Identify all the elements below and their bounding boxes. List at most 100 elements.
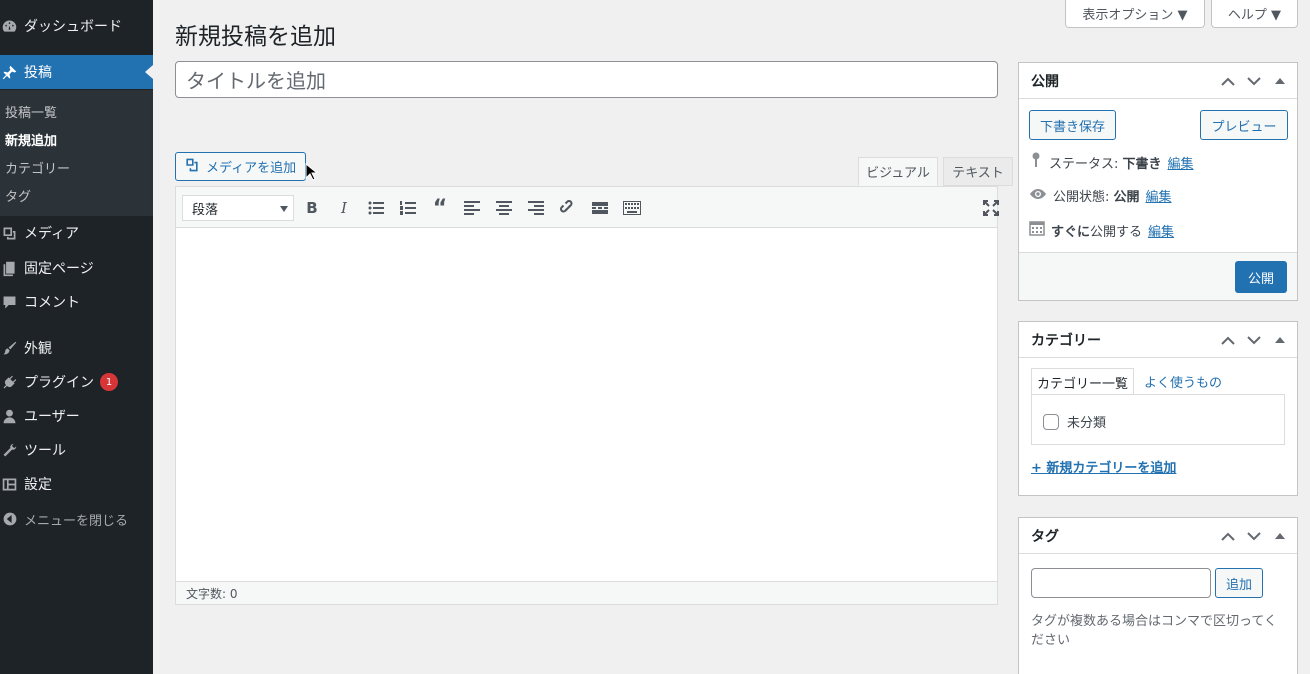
toggle-panel-icon[interactable]	[1271, 331, 1289, 349]
current-menu-arrow	[145, 65, 153, 79]
box-controls	[1219, 72, 1289, 90]
sidebar-item-pages[interactable]: 固定ページ	[0, 251, 153, 285]
settings-icon	[0, 476, 24, 493]
word-count: 文字数: 0	[176, 581, 997, 604]
edit-visibility-link[interactable]: 編集	[1146, 186, 1172, 205]
toggle-panel-icon[interactable]	[1271, 527, 1289, 545]
add-media-label: メディアを追加	[206, 161, 297, 176]
sidebar-label: ダッシュボード	[24, 19, 122, 35]
save-draft-button[interactable]: 下書き保存	[1029, 110, 1116, 140]
move-down-icon[interactable]	[1245, 527, 1263, 545]
edit-status-link[interactable]: 編集	[1168, 153, 1194, 172]
add-tag-button[interactable]: 追加	[1215, 568, 1263, 598]
tag-input[interactable]	[1031, 568, 1211, 598]
italic-icon[interactable]: I	[332, 196, 356, 220]
sidebar-item-plugins[interactable]: プラグイン 1	[0, 365, 153, 399]
plugin-update-badge: 1	[100, 373, 118, 391]
help-button[interactable]: ヘルプ ▼	[1211, 0, 1298, 28]
sidebar-label: 設定	[24, 477, 52, 493]
publish-footer: 公開	[1019, 252, 1297, 300]
mouse-cursor-icon	[305, 163, 317, 181]
box-controls	[1219, 527, 1289, 545]
sidebar-label: ツール	[24, 443, 66, 459]
sidebar-item-dashboard[interactable]: ダッシュボード	[0, 9, 153, 43]
brush-icon	[0, 340, 24, 357]
format-select-value: 段落	[192, 202, 219, 218]
user-icon	[0, 408, 24, 425]
toolbar-toggle-icon[interactable]	[620, 196, 644, 220]
add-media-button[interactable]: メディアを追加	[175, 152, 306, 181]
categories-box-title: カテゴリー	[1031, 332, 1101, 349]
blockquote-icon[interactable]: “	[428, 196, 452, 221]
collapse-menu-button[interactable]: メニューを閉じる	[0, 502, 153, 536]
post-title-input[interactable]: タイトルを追加	[175, 61, 998, 98]
collapse-icon	[0, 511, 24, 527]
move-up-icon[interactable]	[1219, 72, 1237, 90]
eye-icon	[1029, 188, 1047, 204]
toggle-panel-icon[interactable]	[1271, 72, 1289, 90]
category-checkbox[interactable]	[1043, 413, 1059, 430]
sidebar-label: メディア	[24, 226, 80, 242]
wrench-icon	[0, 442, 24, 459]
sidebar-item-comments[interactable]: コメント	[0, 285, 153, 319]
fullscreen-icon[interactable]	[979, 196, 1003, 220]
align-center-icon[interactable]	[492, 196, 516, 220]
plugin-icon	[0, 374, 24, 391]
align-left-icon[interactable]	[460, 196, 484, 220]
publish-box: 公開 下書き保存 プレビュー ステータス: 下書き 編集 公開状態: 公開 編集…	[1018, 62, 1298, 301]
tab-all-categories[interactable]: カテゴリー一覧	[1031, 368, 1134, 395]
move-up-icon[interactable]	[1219, 527, 1237, 545]
submenu-item-add-new[interactable]: 新規追加	[5, 130, 57, 149]
move-up-icon[interactable]	[1219, 331, 1237, 349]
read-more-icon[interactable]	[588, 196, 612, 220]
category-item[interactable]: 未分類	[1043, 412, 1106, 431]
schedule-text: 公開する	[1090, 224, 1143, 240]
sidebar-item-users[interactable]: ユーザー	[0, 399, 153, 433]
tab-text[interactable]: テキスト	[943, 157, 1013, 186]
status-label: ステータス:	[1049, 156, 1123, 172]
submenu-item-categories[interactable]: カテゴリー	[5, 158, 70, 177]
bold-icon[interactable]: B	[300, 196, 324, 220]
sidebar-label: プラグイン	[24, 375, 94, 391]
sidebar-item-media[interactable]: メディア	[0, 216, 153, 250]
edit-schedule-link[interactable]: 編集	[1148, 221, 1174, 240]
link-icon[interactable]	[556, 196, 580, 220]
sidebar-item-tools[interactable]: ツール	[0, 433, 153, 467]
numbered-list-icon[interactable]	[396, 196, 420, 220]
dashboard-icon	[0, 18, 24, 35]
submenu-item-all-posts[interactable]: 投稿一覧	[5, 102, 57, 121]
visibility-label: 公開状態:	[1053, 190, 1114, 205]
format-select[interactable]: 段落	[182, 195, 294, 221]
submenu-item-tags[interactable]: タグ	[5, 186, 31, 205]
status-row: ステータス: 下書き 編集	[1029, 152, 1194, 172]
pages-icon	[0, 260, 24, 277]
category-list: 未分類	[1031, 394, 1285, 445]
sidebar-item-posts[interactable]: 投稿	[0, 55, 153, 89]
sidebar-label: 外観	[24, 341, 52, 357]
sidebar-label: メニューを閉じる	[24, 513, 129, 529]
move-down-icon[interactable]	[1245, 331, 1263, 349]
align-right-icon[interactable]	[524, 196, 548, 220]
screen-options-button[interactable]: 表示オプション ▼	[1065, 0, 1205, 28]
sidebar-label: ユーザー	[24, 409, 80, 425]
visibility-value: 公開	[1113, 190, 1140, 205]
pin-icon	[0, 64, 24, 81]
tags-box-title: タグ	[1031, 528, 1059, 545]
sidebar-item-settings[interactable]: 設定	[0, 467, 153, 501]
tags-hint: タグが複数ある場合はコンマで区切ってください	[1031, 614, 1277, 648]
move-down-icon[interactable]	[1245, 72, 1263, 90]
preview-button[interactable]: プレビュー	[1200, 110, 1288, 140]
tab-most-used[interactable]: よく使うもの	[1144, 372, 1222, 391]
page-title: 新規投稿を追加	[175, 24, 336, 50]
pin-icon	[1029, 152, 1043, 172]
bulleted-list-icon[interactable]	[364, 196, 388, 220]
add-new-category-link[interactable]: + 新規カテゴリーを追加	[1031, 457, 1176, 476]
status-value: 下書き	[1122, 156, 1162, 172]
tags-box-header: タグ	[1019, 518, 1297, 554]
publish-box-title: 公開	[1031, 73, 1059, 90]
publish-button[interactable]: 公開	[1235, 261, 1287, 293]
tab-visual[interactable]: ビジュアル	[858, 157, 938, 186]
comment-icon	[0, 294, 24, 311]
sidebar-item-appearance[interactable]: 外観	[0, 331, 153, 365]
calendar-icon	[1029, 220, 1045, 240]
